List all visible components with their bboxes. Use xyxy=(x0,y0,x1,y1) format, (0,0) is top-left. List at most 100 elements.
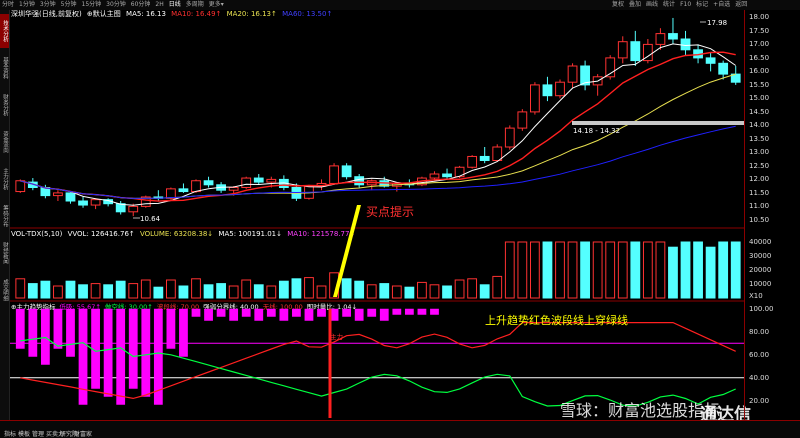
volume-bar xyxy=(166,279,176,299)
candle-body xyxy=(680,38,691,51)
price-tick: 12.00 xyxy=(749,175,770,184)
volume-bar xyxy=(467,278,478,299)
volume-bar xyxy=(103,284,114,299)
volume-bar xyxy=(592,241,603,299)
candle-body xyxy=(128,205,139,213)
candle-body xyxy=(228,187,239,191)
price-tick: 14.50 xyxy=(749,107,770,116)
indicator-bar xyxy=(430,308,439,315)
volume-bar xyxy=(15,278,26,299)
candle-body xyxy=(191,180,201,193)
vol-tick: 20000 xyxy=(749,266,772,274)
volume-bar xyxy=(429,284,440,299)
vol-tick: 30000 xyxy=(749,252,772,260)
volume-bar xyxy=(454,279,465,299)
indicator-bar xyxy=(28,308,38,357)
volume-bar xyxy=(555,241,565,299)
price-tick: 16.50 xyxy=(749,53,770,62)
volume-bar xyxy=(354,280,365,299)
volume-bar xyxy=(504,241,515,299)
volume-bar xyxy=(140,279,151,299)
volume-bar xyxy=(153,286,164,299)
candle-body xyxy=(492,146,503,161)
watermark: 雪球：财富池选股指标 xyxy=(560,401,720,420)
indicator-bar xyxy=(66,308,75,357)
indicator-bar xyxy=(204,308,213,321)
candle-body xyxy=(442,173,452,178)
volume-bar xyxy=(404,286,415,299)
candle-body xyxy=(705,57,716,64)
volume-bar xyxy=(630,241,641,299)
volume-bar xyxy=(228,285,239,299)
volume-bar xyxy=(617,241,628,299)
volume-bar xyxy=(40,280,51,299)
chart-canvas[interactable]: 17.98 10.64 14.18 - 14.32 买点提示 上升趋势红色波段线… xyxy=(0,0,800,437)
volume-bar xyxy=(128,283,139,299)
volume-bar xyxy=(718,241,729,299)
high-label: 17.98 xyxy=(707,19,727,27)
candle-body xyxy=(530,84,540,113)
volume-bar xyxy=(417,281,427,299)
price-tick: 13.50 xyxy=(749,134,770,143)
volume-bar xyxy=(241,279,252,299)
price-tick: 14.00 xyxy=(749,121,770,130)
low-label: 10.64 xyxy=(140,215,161,223)
volume-bar xyxy=(27,283,38,299)
MA20-line xyxy=(20,73,736,199)
buy-label: 买点提示 xyxy=(366,204,414,219)
price-tick: 15.50 xyxy=(749,80,770,89)
bottom-tab-bar: 指标 模板 管理 买卖力 研究院 财富家 xyxy=(0,420,800,438)
volume-bar xyxy=(492,275,503,299)
indicator-bar xyxy=(367,308,377,317)
price-tick: 12.50 xyxy=(749,161,770,170)
ind-tick: 40.00 xyxy=(749,373,770,382)
indicator-bar xyxy=(279,308,289,321)
zhuli-label: 主力 xyxy=(330,332,343,341)
candle-body xyxy=(467,155,478,168)
candle-body xyxy=(718,62,729,75)
indicator-bar xyxy=(179,308,188,357)
volume-bar xyxy=(316,285,327,299)
candle-body xyxy=(15,180,26,193)
volume-bar xyxy=(705,246,716,299)
MA60-line xyxy=(20,125,736,199)
volume-bar xyxy=(291,278,302,299)
price-tick: 17.50 xyxy=(749,26,770,35)
vol-tick: 40000 xyxy=(749,238,772,246)
price-tick: 11.50 xyxy=(749,188,770,197)
volume-bar xyxy=(366,284,377,299)
indicator-bar xyxy=(103,308,113,397)
candle-body xyxy=(178,188,189,193)
volume-bar xyxy=(379,283,390,299)
indicator-bar xyxy=(141,308,151,397)
candle-body xyxy=(241,177,252,189)
candle-body xyxy=(668,33,678,40)
band-line-green xyxy=(20,336,736,407)
indicator-bar xyxy=(53,308,63,349)
indicator-bar xyxy=(15,308,25,349)
volume-bar xyxy=(479,284,490,299)
indicator-bar xyxy=(216,308,226,317)
volume-bar xyxy=(530,241,540,299)
candle-body xyxy=(479,155,490,161)
candle-body xyxy=(65,192,76,202)
candle-body xyxy=(266,178,277,183)
candle-body xyxy=(90,199,101,206)
price-tick: 17.00 xyxy=(749,40,770,49)
candle-body xyxy=(630,41,641,62)
volume-bar xyxy=(341,278,352,299)
volume-bar xyxy=(203,284,214,299)
indicator-bar xyxy=(40,308,50,365)
candle-body xyxy=(655,33,666,45)
price-tick: 16.00 xyxy=(749,67,770,76)
indicator-bar xyxy=(241,308,251,317)
candle-body xyxy=(203,180,214,186)
indicator-bar xyxy=(191,308,201,317)
volume-bar xyxy=(680,241,691,299)
volume-bars xyxy=(15,241,741,299)
indicator-bar xyxy=(417,308,427,315)
price-tick: 13.00 xyxy=(749,148,770,157)
ind-tick: 20.00 xyxy=(749,396,770,405)
volume-bar xyxy=(191,278,201,299)
volume-bar xyxy=(668,246,678,299)
